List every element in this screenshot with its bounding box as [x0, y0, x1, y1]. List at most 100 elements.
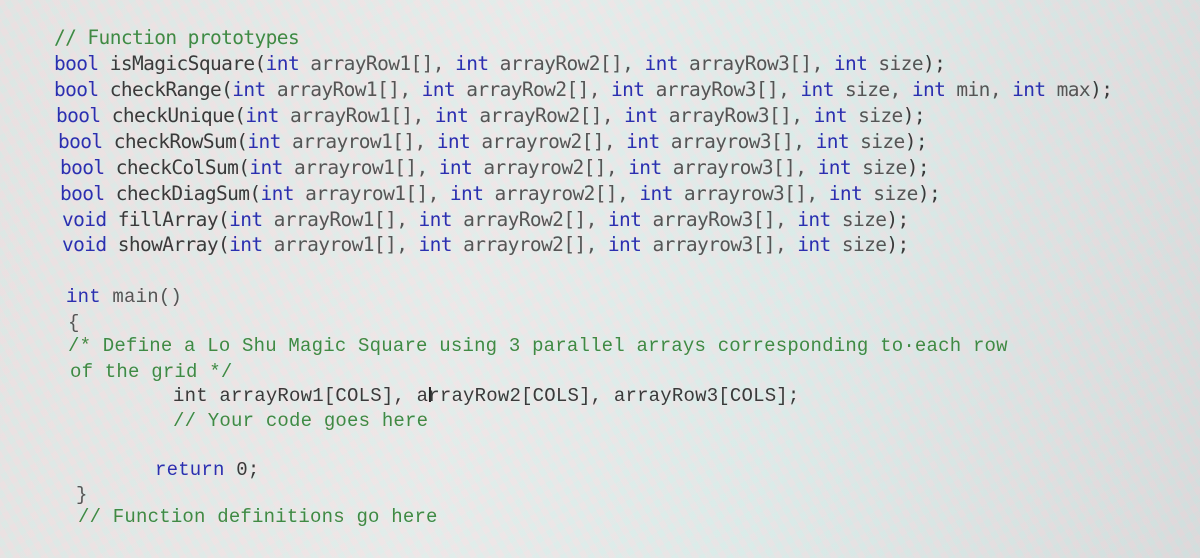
param-name: arrayrow3[] [672, 156, 796, 179]
param-type: int [624, 104, 658, 127]
prototype-line: void fillArray(int arrayRow1[], int arra… [62, 207, 909, 233]
param-name: size [873, 182, 918, 205]
separator: , [427, 182, 450, 205]
separator: , [806, 182, 829, 205]
prototype-line: bool checkUnique(int arrayRow1[], int ar… [56, 103, 926, 129]
separator: , [605, 156, 629, 179]
param-type: int [611, 78, 645, 101]
param-type: int [607, 208, 642, 231]
param-type: int [438, 156, 473, 179]
prototype-line: bool checkColSum(int arrayrow1[], int ar… [60, 155, 930, 181]
param-type: int [455, 52, 489, 75]
return-type: bool [58, 130, 103, 153]
separator: , [989, 78, 1013, 101]
prototype-line: void showArray(int arrayrow1[], int arra… [62, 232, 909, 258]
main-comment-line-2: of the grid */ [70, 361, 233, 383]
separator: , [795, 156, 818, 179]
param-name: arrayrow1[] [293, 156, 417, 179]
param-type: int [418, 233, 453, 256]
function-name: checkRange [109, 78, 222, 101]
separator: , [399, 78, 422, 101]
close-paren: ); [1090, 78, 1113, 101]
open-paren: ( [234, 104, 246, 127]
param-name: arrayrow3[] [670, 130, 794, 153]
param-type: int [639, 182, 673, 205]
function-name: checkRowSum [113, 130, 237, 153]
param-name: arrayRow1[] [276, 78, 400, 101]
separator: , [791, 104, 814, 127]
param-name: arrayRow2[] [479, 104, 602, 127]
open-paren: ( [254, 52, 267, 75]
separator: , [775, 233, 798, 256]
main-name: main() [100, 286, 183, 308]
close-paren: ); [904, 130, 928, 153]
separator: , [889, 78, 912, 101]
prototype-line: bool checkRange(int arrayRow1[], int arr… [54, 77, 1113, 103]
param-type: int [797, 233, 831, 256]
separator: , [775, 208, 798, 231]
param-type: int [229, 233, 263, 256]
prototype-line: bool checkDiagSum(int arrayrow1[], int a… [60, 181, 941, 207]
param-type: int [265, 52, 300, 75]
param-type: int [260, 182, 295, 205]
prototype-line: bool isMagicSquare(int arrayRow1[], int … [54, 51, 946, 77]
function-name: checkUnique [111, 104, 235, 127]
param-type: int [249, 156, 283, 179]
param-type: int [1012, 78, 1046, 101]
separator: , [588, 78, 612, 101]
code-placeholder-comment: // Your code goes here [173, 410, 429, 432]
param-name: size [841, 208, 887, 231]
param-name: size [844, 78, 890, 101]
return-type: void [62, 208, 107, 231]
param-name: min [956, 78, 990, 101]
separator: , [412, 104, 435, 127]
function-name: checkDiagSum [115, 182, 250, 205]
param-name: arrayRow2[] [463, 208, 586, 231]
param-name: size [858, 104, 903, 127]
definitions-comment: // Function definitions go here [78, 506, 438, 528]
separator: , [603, 130, 627, 153]
function-name: isMagicSquare [109, 52, 255, 75]
param-type: int [911, 78, 946, 101]
param-type: int [449, 182, 484, 205]
separator: , [396, 233, 419, 256]
param-type: int [828, 182, 863, 205]
open-paren: ( [249, 182, 261, 205]
param-name: size [841, 233, 887, 256]
function-name: showArray [117, 233, 219, 256]
array-declaration: int arrayRow1[COLS], arrayRow2[COLS], ar… [173, 383, 800, 409]
param-name: arrayrow2[] [463, 233, 586, 256]
param-name: arrayRow3[] [668, 104, 792, 127]
param-name: arrayRow1[] [310, 52, 433, 75]
separator: , [811, 52, 834, 75]
param-type: int [229, 208, 263, 231]
open-paren: ( [236, 130, 248, 153]
param-type: int [434, 104, 469, 127]
param-type: int [247, 130, 281, 153]
keyword: int [173, 385, 208, 407]
param-name: arrayRow3[] [652, 208, 775, 231]
open-paren: ( [217, 208, 230, 231]
return-type: bool [60, 156, 105, 179]
param-type: int [626, 130, 660, 153]
